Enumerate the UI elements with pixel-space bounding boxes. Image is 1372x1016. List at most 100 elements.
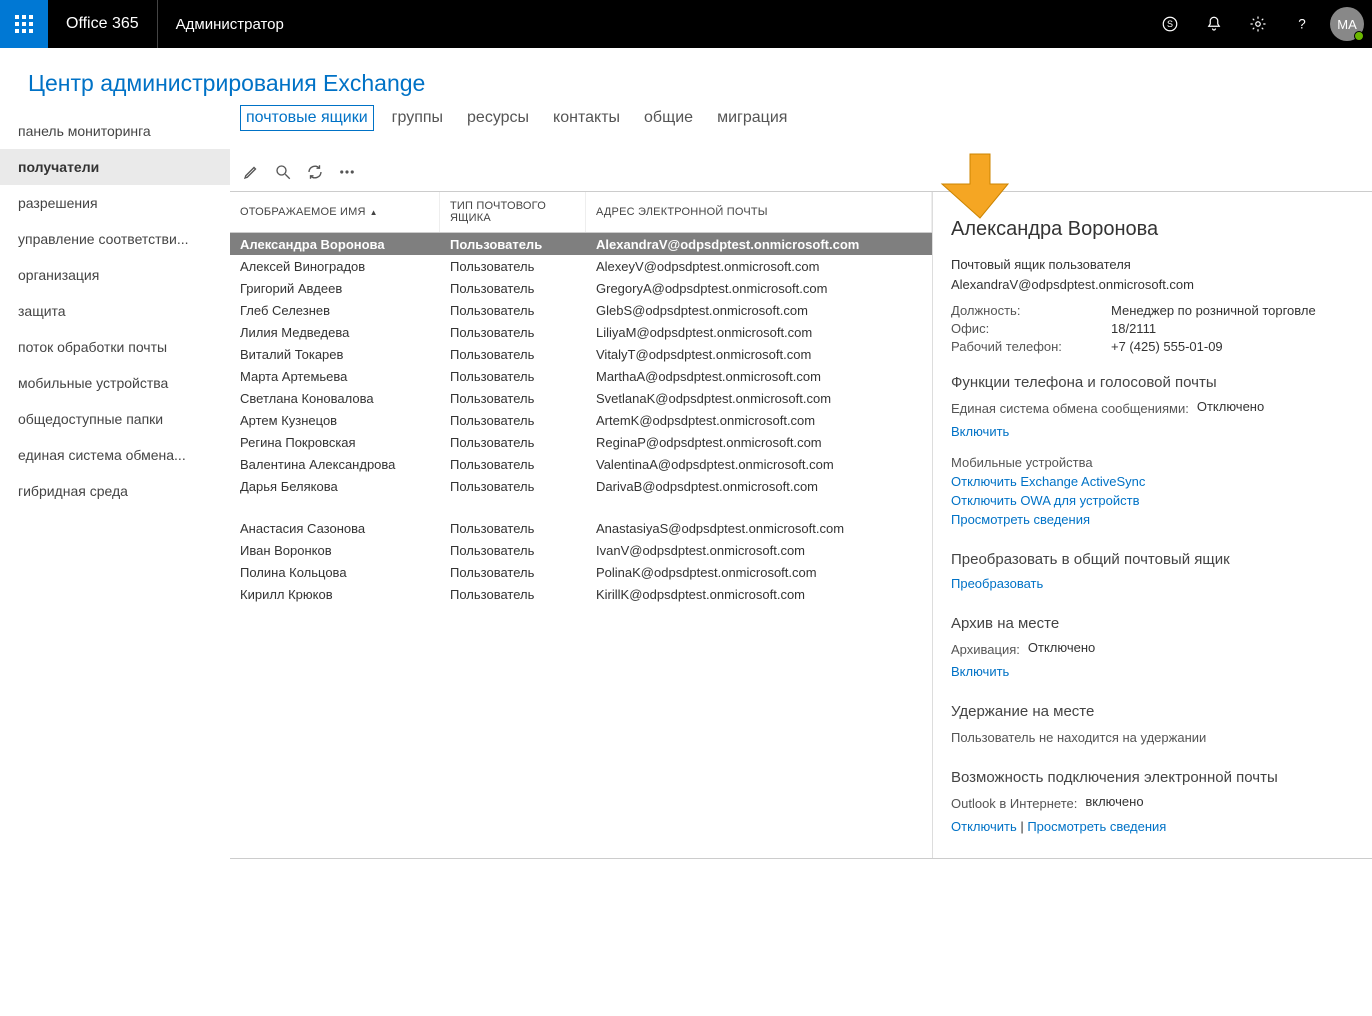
tab[interactable]: группы bbox=[388, 107, 447, 129]
cell-type: Пользователь bbox=[440, 435, 586, 450]
archive-enable-link[interactable]: Включить bbox=[951, 664, 1009, 679]
phone-label: Рабочий телефон: bbox=[951, 339, 1111, 354]
refresh-icon[interactable] bbox=[306, 163, 324, 181]
cell-type: Пользователь bbox=[440, 347, 586, 362]
tab[interactable]: ресурсы bbox=[463, 107, 533, 129]
tab[interactable]: миграция bbox=[713, 107, 791, 129]
table-row[interactable]: Глеб СелезневПользовательGlebS@odpsdptes… bbox=[230, 299, 932, 321]
table-row[interactable]: Кирилл КрюковПользовательKirillK@odpsdpt… bbox=[230, 583, 932, 605]
table-row[interactable]: Александра ВороноваПользовательAlexandra… bbox=[230, 233, 932, 255]
tab[interactable]: почтовые ящики bbox=[242, 107, 372, 129]
sidebar-item[interactable]: гибридная среда bbox=[0, 473, 230, 509]
mailbox-table: ОТОБРАЖАЕМОЕ ИМЯ ТИП ПОЧТОВОГО ЯЩИКА АДР… bbox=[230, 192, 932, 858]
hold-heading: Удержание на месте bbox=[951, 703, 1354, 720]
details-pane: Александра Воронова Почтовый ящик пользо… bbox=[932, 192, 1372, 858]
table-row[interactable]: Анастасия СазоноваПользовательAnastasiya… bbox=[230, 517, 932, 539]
owa-disable-link[interactable]: Отключить bbox=[951, 819, 1017, 834]
owa-view-details-link[interactable]: Просмотреть сведения bbox=[1027, 819, 1166, 834]
sidebar-item[interactable]: получатели bbox=[0, 149, 230, 185]
sidebar-nav: панель мониторингаполучателиразрешенияуп… bbox=[0, 107, 230, 1011]
brand-label: Office 365 bbox=[48, 0, 158, 48]
sidebar-item[interactable]: разрешения bbox=[0, 185, 230, 221]
cell-email: KirillK@odpsdptest.onmicrosoft.com bbox=[586, 587, 932, 602]
sidebar-item[interactable]: панель мониторинга bbox=[0, 113, 230, 149]
presence-indicator bbox=[1354, 31, 1364, 41]
search-icon[interactable] bbox=[274, 163, 292, 181]
role-label[interactable]: Администратор bbox=[158, 16, 302, 33]
skype-icon[interactable]: S bbox=[1148, 0, 1192, 48]
owa-value: включено bbox=[1085, 794, 1143, 815]
convert-link[interactable]: Преобразовать bbox=[951, 576, 1043, 591]
cell-email: AnastasiyaS@odpsdptest.onmicrosoft.com bbox=[586, 521, 932, 536]
table-row[interactable]: Алексей ВиноградовПользовательAlexeyV@od… bbox=[230, 255, 932, 277]
tab[interactable]: контакты bbox=[549, 107, 624, 129]
notifications-icon[interactable] bbox=[1192, 0, 1236, 48]
cell-name: Иван Воронков bbox=[230, 543, 440, 558]
cell-email: IvanV@odpsdptest.onmicrosoft.com bbox=[586, 543, 932, 558]
sidebar-item[interactable]: защита bbox=[0, 293, 230, 329]
cell-email: MarthaA@odpsdptest.onmicrosoft.com bbox=[586, 369, 932, 384]
cell-type: Пользователь bbox=[440, 521, 586, 536]
table-row-separator bbox=[230, 497, 932, 517]
mobile-devices-label: Мобильные устройства bbox=[951, 453, 1354, 474]
cell-name: Алексей Виноградов bbox=[230, 259, 440, 274]
um-value: Отключено bbox=[1197, 399, 1264, 420]
table-row[interactable]: Иван ВоронковПользовательIvanV@odpsdptes… bbox=[230, 539, 932, 561]
cell-name: Анастасия Сазонова bbox=[230, 521, 440, 536]
view-mobile-details-link[interactable]: Просмотреть сведения bbox=[951, 512, 1090, 527]
cell-email: DarivaB@odpsdptest.onmicrosoft.com bbox=[586, 479, 932, 494]
column-header-email[interactable]: АДРЕС ЭЛЕКТРОННОЙ ПОЧТЫ bbox=[586, 192, 932, 232]
table-row[interactable]: Артем КузнецовПользовательArtemK@odpsdpt… bbox=[230, 409, 932, 431]
cell-type: Пользователь bbox=[440, 259, 586, 274]
convert-shared-heading: Преобразовать в общий почтовый ящик bbox=[951, 551, 1354, 568]
sidebar-item[interactable]: единая система обмена... bbox=[0, 437, 230, 473]
table-row[interactable]: Светлана КоноваловаПользовательSvetlanaK… bbox=[230, 387, 932, 409]
cell-email: PolinaK@odpsdptest.onmicrosoft.com bbox=[586, 565, 932, 580]
table-row[interactable]: Регина ПокровскаяПользовательReginaP@odp… bbox=[230, 431, 932, 453]
column-header-type[interactable]: ТИП ПОЧТОВОГО ЯЩИКА bbox=[440, 192, 586, 232]
content-tabs: почтовые ящики группы ресурсы контакты общие… bbox=[230, 107, 1372, 147]
owa-label: Outlook в Интернете: bbox=[951, 794, 1077, 815]
table-row[interactable]: Дарья БеляковаПользовательDarivaB@odpsdp… bbox=[230, 475, 932, 497]
phone-voicemail-heading: Функции телефона и голосовой почты bbox=[951, 374, 1354, 391]
sidebar-item[interactable]: организация bbox=[0, 257, 230, 293]
um-label: Единая система обмена сообщениями: bbox=[951, 399, 1189, 420]
settings-icon[interactable] bbox=[1236, 0, 1280, 48]
edit-icon[interactable] bbox=[242, 163, 260, 181]
avatar[interactable]: MA bbox=[1330, 7, 1364, 41]
table-row[interactable]: Валентина АлександроваПользовательValent… bbox=[230, 453, 932, 475]
table-row[interactable]: Виталий ТокаревПользовательVitalyT@odpsd… bbox=[230, 343, 932, 365]
cell-name: Полина Кольцова bbox=[230, 565, 440, 580]
position-value: Менеджер по розничной торговле bbox=[1111, 303, 1354, 318]
tab[interactable]: общие bbox=[640, 107, 697, 129]
sidebar-item[interactable]: общедоступные папки bbox=[0, 401, 230, 437]
table-row[interactable]: Лилия МедведеваПользовательLiliyaM@odpsd… bbox=[230, 321, 932, 343]
disable-activesync-link[interactable]: Отключить Exchange ActiveSync bbox=[951, 474, 1145, 489]
cell-type: Пользователь bbox=[440, 543, 586, 558]
disable-owa-devices-link[interactable]: Отключить OWA для устройств bbox=[951, 493, 1140, 508]
um-enable-link[interactable]: Включить bbox=[951, 424, 1009, 439]
table-row[interactable]: Полина КольцоваПользовательPolinaK@odpsd… bbox=[230, 561, 932, 583]
hold-text: Пользователь не находится на удержании bbox=[951, 728, 1354, 749]
table-row[interactable]: Григорий АвдеевПользовательGregoryA@odps… bbox=[230, 277, 932, 299]
cell-type: Пользователь bbox=[440, 457, 586, 472]
table-row[interactable]: Марта АртемьеваПользовательMarthaA@odpsd… bbox=[230, 365, 932, 387]
position-label: Должность: bbox=[951, 303, 1111, 318]
help-icon[interactable]: ? bbox=[1280, 0, 1324, 48]
cell-name: Лилия Медведева bbox=[230, 325, 440, 340]
page-title: Центр администрирования Exchange bbox=[0, 48, 1372, 107]
cell-type: Пользователь bbox=[440, 587, 586, 602]
office-label: Офис: bbox=[951, 321, 1111, 336]
sidebar-item[interactable]: поток обработки почты bbox=[0, 329, 230, 365]
sidebar-item[interactable]: мобильные устройства bbox=[0, 365, 230, 401]
cell-type: Пользователь bbox=[440, 303, 586, 318]
cell-type: Пользователь bbox=[440, 325, 586, 340]
sidebar-item[interactable]: управление соответстви... bbox=[0, 221, 230, 257]
archive-value: Отключено bbox=[1028, 640, 1095, 661]
cell-name: Виталий Токарев bbox=[230, 347, 440, 362]
column-header-name[interactable]: ОТОБРАЖАЕМОЕ ИМЯ bbox=[230, 192, 440, 232]
app-launcher-icon[interactable] bbox=[0, 0, 48, 48]
attention-arrow-icon bbox=[940, 150, 1020, 233]
more-icon[interactable] bbox=[338, 163, 356, 181]
cell-email: ReginaP@odpsdptest.onmicrosoft.com bbox=[586, 435, 932, 450]
